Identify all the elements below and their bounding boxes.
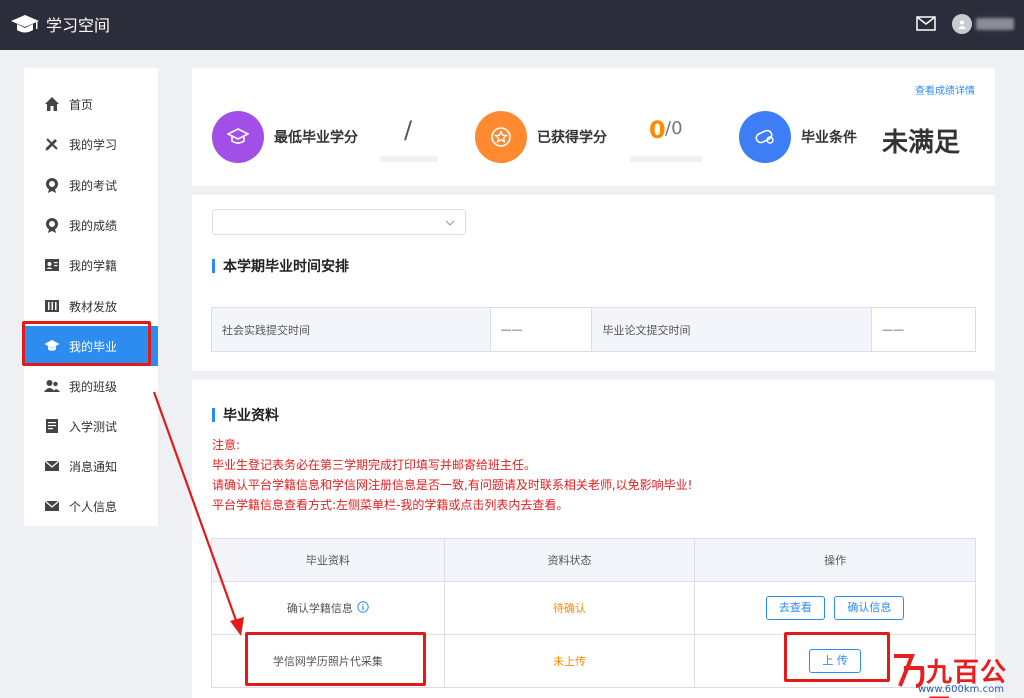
table-row: 确认学籍信息 待确认 去查看 确认信息 — [211, 581, 976, 635]
watermark-url: www.600km.com — [918, 684, 1004, 695]
mail-icon — [44, 498, 60, 514]
notice-line: 平台学籍信息查看方式:左侧菜单栏-我的学籍或点击列表内去查看。 — [212, 498, 569, 512]
mail-icon — [44, 458, 60, 474]
social-practice-label: 社会实践提交时间 — [211, 307, 491, 352]
user-name-blurred[interactable] — [976, 18, 1014, 30]
sidebar-item-my-class[interactable]: 我的班级 — [24, 366, 158, 406]
chevron-down-icon — [445, 217, 455, 231]
schedule-table: 社会实践提交时间 —— 毕业论文提交时间 —— — [211, 307, 976, 352]
sidebar-item-label: 我的毕业 — [69, 339, 118, 354]
sidebar-item-my-graduation[interactable]: 我的毕业 — [24, 326, 158, 366]
info-icon[interactable] — [357, 601, 369, 616]
notice-line: 请确认平台学籍信息和学信网注册信息是否一致,有问题请及时联系相关老师,以免影响毕… — [212, 478, 693, 492]
semester-select[interactable] — [212, 209, 466, 235]
sidebar-item-label: 个人信息 — [69, 499, 118, 514]
users-icon — [44, 378, 60, 394]
sidebar-item-label: 我的成绩 — [69, 218, 118, 233]
graduation-condition-stat: 毕业条件 — [739, 111, 857, 163]
column-header: 毕业资料 — [211, 538, 445, 582]
view-button[interactable]: 去查看 — [765, 596, 825, 620]
sidebar-item-my-study[interactable]: 我的学习 — [24, 124, 158, 164]
table-header-row: 毕业资料 资料状态 操作 — [211, 538, 976, 582]
materials-section-title: 毕业资料 — [212, 405, 279, 425]
sidebar-item-label: 消息通知 — [69, 459, 118, 474]
graduation-condition-label: 毕业条件 — [801, 130, 857, 146]
sidebar-item-label: 我的学籍 — [69, 258, 118, 273]
column-header: 资料状态 — [443, 538, 696, 582]
graduation-cap-icon — [212, 111, 264, 163]
materials-table: 毕业资料 资料状态 操作 确认学籍信息 待确认 去查看 确认信息 学信网学历照片… — [211, 538, 976, 688]
mail-icon[interactable] — [916, 16, 936, 34]
min-credits-label: 最低毕业学分 — [274, 130, 358, 146]
actions-cell: 去查看 确认信息 — [694, 581, 976, 635]
material-name: 学信网学历照片代采集 — [211, 634, 445, 688]
medal-icon — [44, 177, 60, 193]
sidebar-item-home[interactable]: 首页 — [24, 84, 158, 124]
confirm-info-button[interactable]: 确认信息 — [834, 596, 905, 620]
section-title-text: 本学期毕业时间安排 — [223, 259, 349, 275]
thesis-value: —— — [871, 307, 976, 352]
credits-summary-panel: 查看成绩详情 最低毕业学分 / 已获得学分 0 /0 毕业条件 未满足 — [192, 68, 995, 186]
top-bar: 学习空间 — [0, 0, 1024, 50]
sidebar-item-label: 我的班级 — [69, 379, 118, 394]
earned-credits-stat: 已获得学分 — [475, 111, 607, 163]
graduation-condition-value: 未满足 — [882, 128, 961, 158]
sidebar-item-textbooks[interactable]: 教材发放 — [24, 286, 158, 326]
pencil-ruler-icon — [44, 136, 60, 152]
table-row: 社会实践提交时间 —— 毕业论文提交时间 —— — [211, 307, 976, 352]
upload-button[interactable]: 上 传 — [809, 649, 861, 673]
notice-line: 注意: — [212, 438, 241, 452]
min-credits-value: / — [404, 116, 413, 144]
badge-star-icon — [475, 111, 527, 163]
material-status: 待确认 — [443, 581, 696, 635]
sidebar-item-personal-info[interactable]: 个人信息 — [24, 486, 158, 526]
notice-line: 毕业生登记表务必在第三学期完成打印填写并邮寄给班主任。 — [212, 458, 537, 472]
app-logo[interactable]: 学习空间 — [10, 12, 110, 36]
app-title: 学习空间 — [46, 16, 111, 35]
sidebar-item-my-grades[interactable]: 我的成绩 — [24, 205, 158, 245]
table-row: 学信网学历照片代采集 未上传 上 传 — [211, 634, 976, 688]
min-credits-stat: 最低毕业学分 — [212, 111, 358, 163]
earned-credits-value: 0 — [649, 116, 666, 144]
section-title-text: 毕业资料 — [223, 408, 279, 424]
sidebar-item-label: 教材发放 — [69, 299, 118, 314]
notice-text: 注意: 毕业生登记表务必在第三学期完成打印填写并邮寄给班主任。 请确认平台学籍信… — [212, 435, 692, 515]
sidebar-item-label: 我的考试 — [69, 178, 118, 193]
material-name-cell: 确认学籍信息 — [211, 581, 445, 635]
sidebar-item-my-exam[interactable]: 我的考试 — [24, 165, 158, 205]
books-icon — [44, 298, 60, 314]
medal-icon — [44, 217, 60, 233]
schedule-section-title: 本学期毕业时间安排 — [212, 256, 349, 276]
sidebar-item-notifications[interactable]: 消息通知 — [24, 446, 158, 486]
earned-credits-underline — [630, 156, 702, 162]
sidebar: 首页 我的学习 我的考试 我的成绩 我的学籍 教材发放 我的毕业 我的班级 入学… — [24, 68, 158, 526]
diploma-scroll-icon — [739, 111, 791, 163]
avatar[interactable] — [952, 14, 972, 34]
min-credits-underline — [380, 156, 438, 162]
sidebar-item-label: 入学测试 — [69, 419, 118, 434]
column-header: 操作 — [694, 538, 976, 582]
graduation-schedule-panel: 本学期毕业时间安排 社会实践提交时间 —— 毕业论文提交时间 —— — [192, 195, 995, 371]
document-icon — [44, 418, 60, 434]
material-status: 未上传 — [443, 634, 696, 688]
earned-credits-total: /0 — [665, 118, 683, 139]
thesis-label: 毕业论文提交时间 — [591, 307, 873, 352]
sidebar-item-label: 我的学习 — [69, 137, 118, 152]
graduation-cap-icon — [44, 338, 60, 354]
earned-credits-label: 已获得学分 — [537, 130, 607, 146]
graduation-materials-panel: 毕业资料 注意: 毕业生登记表务必在第三学期完成打印填写并邮寄给班主任。 请确认… — [192, 380, 995, 698]
sidebar-item-my-enrollment[interactable]: 我的学籍 — [24, 245, 158, 285]
view-grade-details-link[interactable]: 查看成绩详情 — [915, 82, 975, 97]
social-practice-value: —— — [489, 307, 593, 352]
sidebar-item-label: 首页 — [69, 97, 94, 112]
id-card-icon — [44, 257, 60, 273]
sidebar-item-entrance-test[interactable]: 入学测试 — [24, 406, 158, 446]
graduation-cap-icon — [11, 15, 39, 33]
material-name: 确认学籍信息 — [286, 601, 353, 615]
home-icon — [44, 96, 60, 112]
